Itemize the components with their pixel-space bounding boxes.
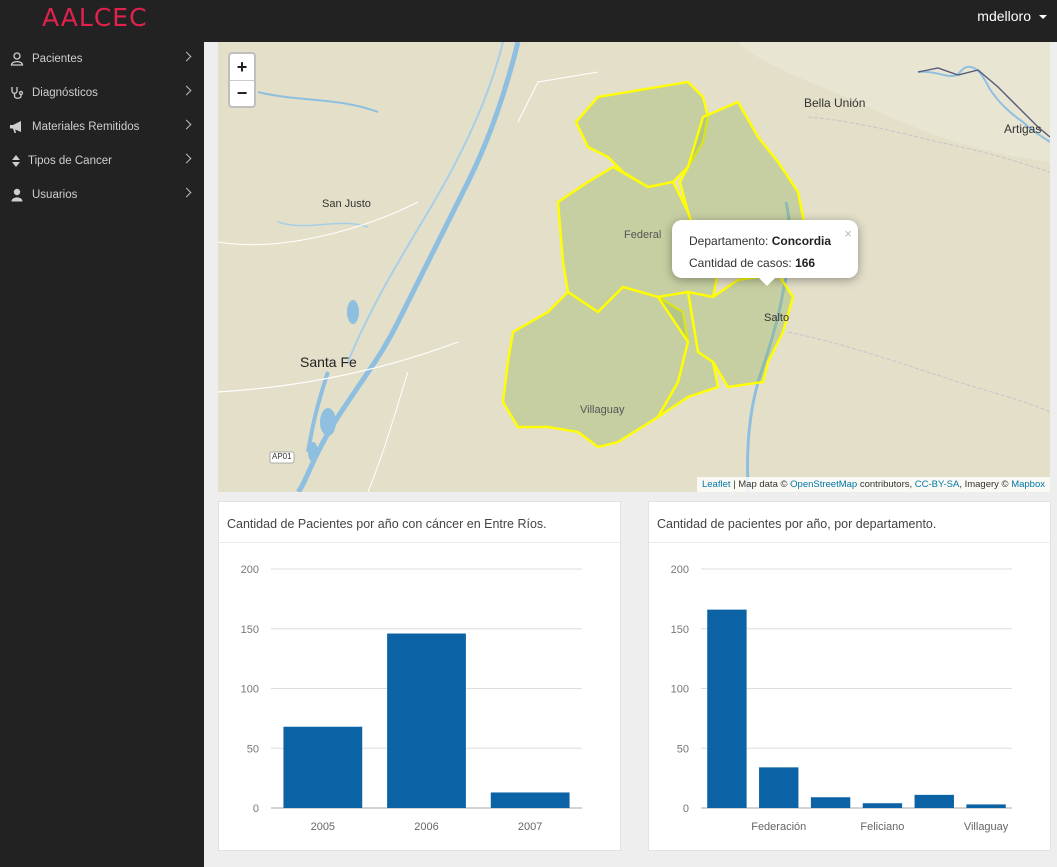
chevron-right-icon bbox=[181, 51, 192, 62]
map-attribution: Leaflet | Map data © OpenStreetMap contr… bbox=[696, 477, 1050, 492]
map-label: Villaguay bbox=[580, 404, 625, 416]
leaflet-link[interactable]: Leaflet bbox=[702, 479, 731, 490]
close-icon[interactable]: × bbox=[844, 223, 852, 245]
y-tick-label: 150 bbox=[671, 624, 689, 636]
user-menu[interactable]: mdelloro bbox=[977, 8, 1047, 24]
y-tick-label: 150 bbox=[241, 624, 259, 636]
sidebar-item-label: Pacientes bbox=[32, 53, 83, 65]
user-icon bbox=[9, 51, 25, 67]
chart-bar[interactable] bbox=[387, 633, 466, 808]
sidebar-item-pacientes[interactable]: Pacientes bbox=[0, 42, 204, 76]
map-label: Santa Fe bbox=[300, 354, 357, 370]
map-label: Salto bbox=[764, 312, 790, 324]
map-label: Bella Unión bbox=[804, 96, 866, 110]
popup-cases: Cantidad de casos: 166 bbox=[689, 256, 816, 270]
user-name: mdelloro bbox=[977, 8, 1031, 24]
zoom-in-button[interactable]: + bbox=[230, 54, 254, 80]
chart-card-department: Cantidad de pacientes por año, por depar… bbox=[648, 501, 1051, 851]
caret-down-icon bbox=[1039, 15, 1047, 19]
x-tick-label: Federación bbox=[751, 821, 806, 833]
chart-bar[interactable] bbox=[966, 804, 1006, 808]
y-tick-label: 50 bbox=[677, 743, 689, 755]
chevron-right-icon bbox=[181, 187, 192, 198]
chart-bar[interactable] bbox=[283, 726, 363, 808]
zoom-out-button[interactable]: − bbox=[230, 80, 254, 106]
mapbox-link[interactable]: Mapbox bbox=[1011, 479, 1045, 490]
x-tick-label: Feliciano bbox=[860, 821, 904, 833]
chart-bar[interactable] bbox=[759, 767, 799, 808]
map-label: San Justo bbox=[322, 198, 371, 210]
sidebar-item-tipos-de-cancer[interactable]: Tipos de Cancer bbox=[0, 144, 204, 178]
chart-card-yearly: Cantidad de Pacientes por año con cáncer… bbox=[218, 501, 621, 851]
x-tick-label: Villaguay bbox=[964, 821, 1009, 833]
chevron-right-icon bbox=[181, 119, 192, 130]
x-tick-label: 2005 bbox=[311, 821, 335, 833]
chart-title: Cantidad de pacientes por año, por depar… bbox=[649, 502, 1050, 543]
bullhorn-icon bbox=[9, 119, 25, 135]
y-tick-label: 100 bbox=[671, 684, 689, 696]
y-tick-label: 200 bbox=[671, 564, 689, 576]
license-link[interactable]: CC-BY-SA bbox=[915, 479, 960, 490]
user-solid-icon bbox=[9, 187, 25, 203]
sidebar-item-diagnosticos[interactable]: Diagnósticos bbox=[0, 76, 204, 110]
chart-bar[interactable] bbox=[490, 792, 570, 808]
sidebar-item-label: Usuarios bbox=[32, 189, 78, 201]
y-tick-label: 50 bbox=[247, 743, 259, 755]
sidebar-item-materiales-remitidos[interactable]: Materiales Remitidos bbox=[0, 110, 204, 144]
bar-chart-department: 0 50 100 150 200 Federación Feliciano Villaguay bbox=[671, 564, 1012, 833]
y-tick-label: 0 bbox=[253, 803, 259, 815]
chart-bar[interactable] bbox=[914, 794, 954, 808]
bar-chart-yearly: 0 50 100 150 200 2005 2006 2007 bbox=[241, 564, 582, 833]
sidebar: Pacientes Diagnósticos Materiales Remiti… bbox=[0, 42, 204, 867]
map-label: AP01 bbox=[272, 452, 292, 461]
map-view[interactable]: Bella Unión Artigas San Justo Federal Sa… bbox=[218, 42, 1050, 492]
chart-bar[interactable] bbox=[862, 803, 903, 808]
map-label: Artigas bbox=[1004, 122, 1042, 136]
brand-logo[interactable]: AALCEC bbox=[42, 3, 148, 32]
sidebar-item-label: Materiales Remitidos bbox=[32, 121, 140, 133]
map-base-layer bbox=[218, 42, 1050, 492]
top-navbar: AALCEC mdelloro bbox=[0, 0, 1057, 42]
y-tick-label: 200 bbox=[241, 564, 259, 576]
zoom-control: + − bbox=[228, 52, 256, 108]
chevron-right-icon bbox=[181, 85, 192, 96]
chart-title: Cantidad de Pacientes por año con cáncer… bbox=[219, 502, 620, 543]
x-tick-label: 2007 bbox=[518, 821, 542, 833]
chart-bar[interactable] bbox=[810, 797, 851, 808]
sidebar-item-label: Diagnósticos bbox=[32, 87, 98, 99]
x-tick-label: 2006 bbox=[414, 821, 438, 833]
sort-icon bbox=[8, 153, 24, 169]
chart-bar[interactable] bbox=[707, 609, 747, 808]
osm-link[interactable]: OpenStreetMap bbox=[790, 479, 857, 490]
map-popup: × Departamento: Concordia Cantidad de ca… bbox=[672, 220, 858, 286]
sidebar-item-usuarios[interactable]: Usuarios bbox=[0, 178, 204, 212]
chevron-right-icon bbox=[181, 153, 192, 164]
stethoscope-icon bbox=[9, 85, 25, 101]
sidebar-item-label: Tipos de Cancer bbox=[28, 155, 112, 167]
popup-department: Departamento: Concordia bbox=[689, 234, 832, 248]
y-tick-label: 100 bbox=[241, 684, 259, 696]
map-label: Federal bbox=[624, 229, 662, 241]
y-tick-label: 0 bbox=[683, 803, 689, 815]
